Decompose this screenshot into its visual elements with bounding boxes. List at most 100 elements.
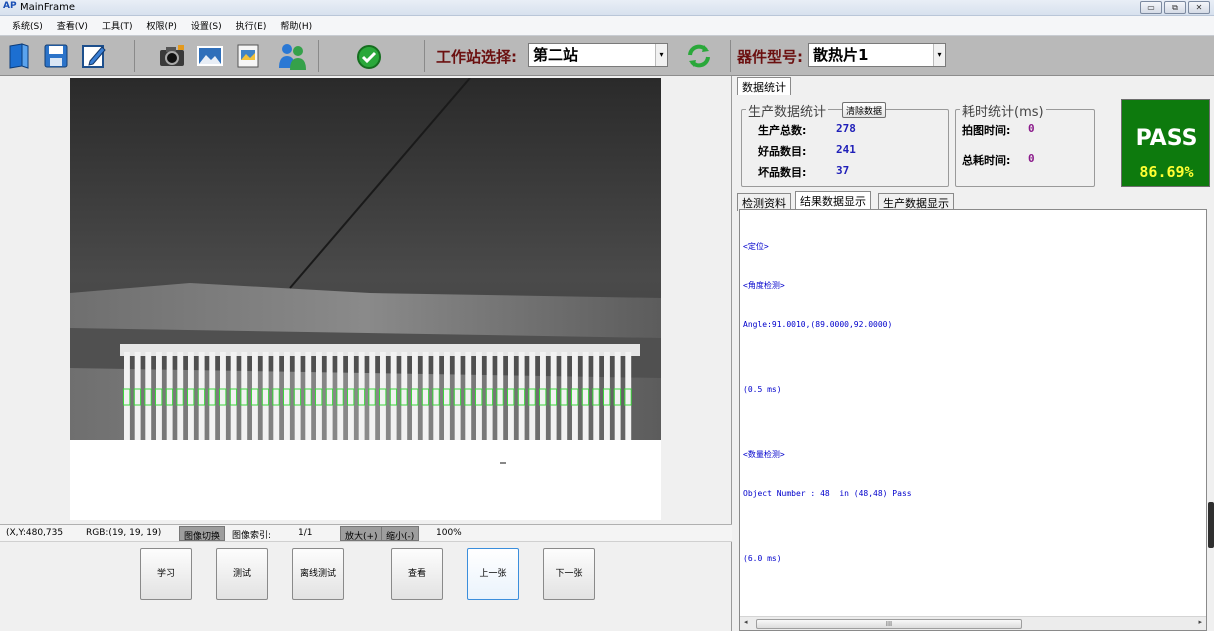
rgb-readout: RGB:(19, 19, 19) xyxy=(86,528,162,538)
heatsink-fin xyxy=(422,352,429,440)
tab-data-statistics[interactable]: 数据统计 xyxy=(737,77,791,95)
result-data-view[interactable]: <定位> <角度检测> Angle:91.0010,(89.0000,92.00… xyxy=(739,209,1207,631)
horizontal-scrollbar[interactable]: ◂ III ▸ xyxy=(740,616,1206,630)
action-buttons: 学习 测试 离线测试 查看 上一张 下一张 xyxy=(0,542,732,631)
total-time-value: 0 xyxy=(1028,152,1035,165)
chevron-down-icon[interactable]: ▾ xyxy=(655,44,667,66)
restore-button[interactable]: ⧉ xyxy=(1164,1,1186,14)
heatsink-fin xyxy=(369,352,376,440)
pass-status-text: PASS xyxy=(1135,126,1198,151)
menu-settings[interactable]: 设置(S) xyxy=(191,19,222,32)
heatsink-fin xyxy=(604,352,610,440)
camera-icon[interactable] xyxy=(158,42,186,70)
menu-execute[interactable]: 执行(E) xyxy=(236,19,267,32)
image-file-icon[interactable] xyxy=(234,42,262,70)
clear-data-button[interactable]: 清除数据 xyxy=(842,102,887,118)
edit-icon[interactable] xyxy=(80,42,108,70)
view-button[interactable]: 查看 xyxy=(391,548,443,600)
heatsink-fin xyxy=(284,352,290,440)
camera-image-viewport[interactable] xyxy=(70,78,661,520)
heatsink-fin xyxy=(166,352,173,440)
part-type-value: 散热片1 xyxy=(813,46,869,64)
heatsink-fin xyxy=(465,352,472,440)
bad-count-label: 坏品数目: xyxy=(758,166,807,179)
result-line: Angle:91.0010,(89.0000,92.0000) xyxy=(743,320,893,329)
total-count-value: 278 xyxy=(836,122,856,135)
image-panel: (X,Y:480,735 RGB:(19, 19, 19) 图像切换 图像索引:… xyxy=(0,76,732,631)
bad-count-value: 37 xyxy=(836,164,850,177)
statistics-panel: 数据统计 生产数据统计 清除数据 生产总数: 278 好品数目: 241 坏品数… xyxy=(733,76,1214,631)
next-image-button[interactable]: 下一张 xyxy=(543,548,595,600)
window-controls: ▭ ⧉ ✕ xyxy=(1140,1,1210,14)
users-icon[interactable] xyxy=(276,40,308,72)
result-line: (6.0 ms) xyxy=(743,554,782,563)
heatsink-fin xyxy=(252,352,258,440)
offline-test-button[interactable]: 离线测试 xyxy=(292,548,344,600)
timing-stats-group: 耗时统计(ms) 拍图时间: 0 总耗时间: 0 xyxy=(955,101,1095,187)
heatsink-fin xyxy=(209,352,216,440)
heatsink-fin xyxy=(444,352,450,440)
heatsink-fin xyxy=(625,352,632,440)
heatsink-fin xyxy=(614,352,621,440)
heatsink-fin xyxy=(273,352,280,440)
menu-tools[interactable]: 工具(T) xyxy=(102,19,133,32)
image-toggle-button[interactable]: 图像切换 xyxy=(179,526,226,542)
refresh-icon[interactable] xyxy=(686,43,712,69)
heatsink-fin xyxy=(390,352,397,440)
good-count-value: 241 xyxy=(836,143,856,156)
app-window: AP MainFrame ▭ ⧉ ✕ 系统(S) 查看(V) 工具(T) 权限(… xyxy=(0,0,1214,631)
station-select[interactable]: 第二站 ▾ xyxy=(528,43,668,67)
heatsink-fin xyxy=(529,352,536,440)
image-status-bar: (X,Y:480,735 RGB:(19, 19, 19) 图像切换 图像索引:… xyxy=(0,524,732,542)
tab-result-data[interactable]: 结果数据显示 xyxy=(795,191,871,211)
image-index-label: 图像索引: xyxy=(232,531,272,541)
heatsink-fin xyxy=(294,352,301,440)
zoom-out-button[interactable]: 缩小(-) xyxy=(381,526,420,542)
resize-grip[interactable] xyxy=(1208,502,1214,548)
part-type-select[interactable]: 散热片1 ▾ xyxy=(808,43,946,67)
statistics-area: 生产数据统计 清除数据 生产总数: 278 好品数目: 241 坏品数目: 37… xyxy=(737,95,1211,189)
heatsink-fin xyxy=(134,352,141,440)
close-button[interactable]: ✕ xyxy=(1188,1,1210,14)
result-line: <定位> xyxy=(743,242,769,251)
scrollbar-thumb[interactable]: III xyxy=(756,619,1022,629)
heatsink-camera-image xyxy=(70,78,661,520)
test-button[interactable]: 测试 xyxy=(216,548,268,600)
cursor-coords: (X,Y:480,735 xyxy=(6,528,64,538)
heatsink-fin xyxy=(593,352,600,440)
open-book-icon[interactable] xyxy=(6,42,34,70)
previous-image-button[interactable]: 上一张 xyxy=(467,548,519,600)
capture-time-value: 0 xyxy=(1028,122,1035,135)
save-disk-icon[interactable] xyxy=(42,42,70,70)
heatsink-fin xyxy=(380,352,386,440)
heatsink-fin xyxy=(401,352,408,440)
heatsink-fin xyxy=(337,352,344,440)
scroll-right-icon[interactable]: ▸ xyxy=(1198,618,1202,626)
menu-system[interactable]: 系统(S) xyxy=(12,19,43,32)
toolbar-separator xyxy=(424,40,425,72)
heatsink-fin xyxy=(305,352,312,440)
menu-help[interactable]: 帮助(H) xyxy=(280,19,312,32)
pass-rate: 86.69% xyxy=(1139,163,1194,181)
result-line: (0.5 ms) xyxy=(743,385,782,394)
production-stats-title: 生产数据统计 xyxy=(746,101,829,120)
main-toolbar: 工作站选择: 第二站 ▾ 器件型号: 散热片1 ▾ xyxy=(0,36,1214,76)
picture-icon[interactable] xyxy=(196,42,224,70)
window-title: MainFrame xyxy=(20,2,76,13)
scroll-left-icon[interactable]: ◂ xyxy=(744,618,748,626)
menu-view[interactable]: 查看(V) xyxy=(57,19,88,32)
station-select-value: 第二站 xyxy=(533,46,579,64)
menu-permissions[interactable]: 权限(P) xyxy=(146,19,176,32)
chevron-down-icon[interactable]: ▾ xyxy=(933,44,945,66)
check-icon[interactable] xyxy=(356,44,382,70)
heatsink-fin xyxy=(124,352,130,440)
menu-bar: 系统(S) 查看(V) 工具(T) 权限(P) 设置(S) 执行(E) 帮助(H… xyxy=(0,16,1214,36)
heatsink-fin xyxy=(156,352,162,440)
minimize-button[interactable]: ▭ xyxy=(1140,1,1162,14)
total-count-label: 生产总数: xyxy=(758,124,807,137)
heatsink-fin xyxy=(476,352,482,440)
pass-status-badge: PASS 86.69% xyxy=(1121,99,1210,187)
learn-button[interactable]: 学习 xyxy=(140,548,192,600)
zoom-in-button[interactable]: 放大(+) xyxy=(340,526,383,542)
heatsink-fin xyxy=(326,352,333,440)
